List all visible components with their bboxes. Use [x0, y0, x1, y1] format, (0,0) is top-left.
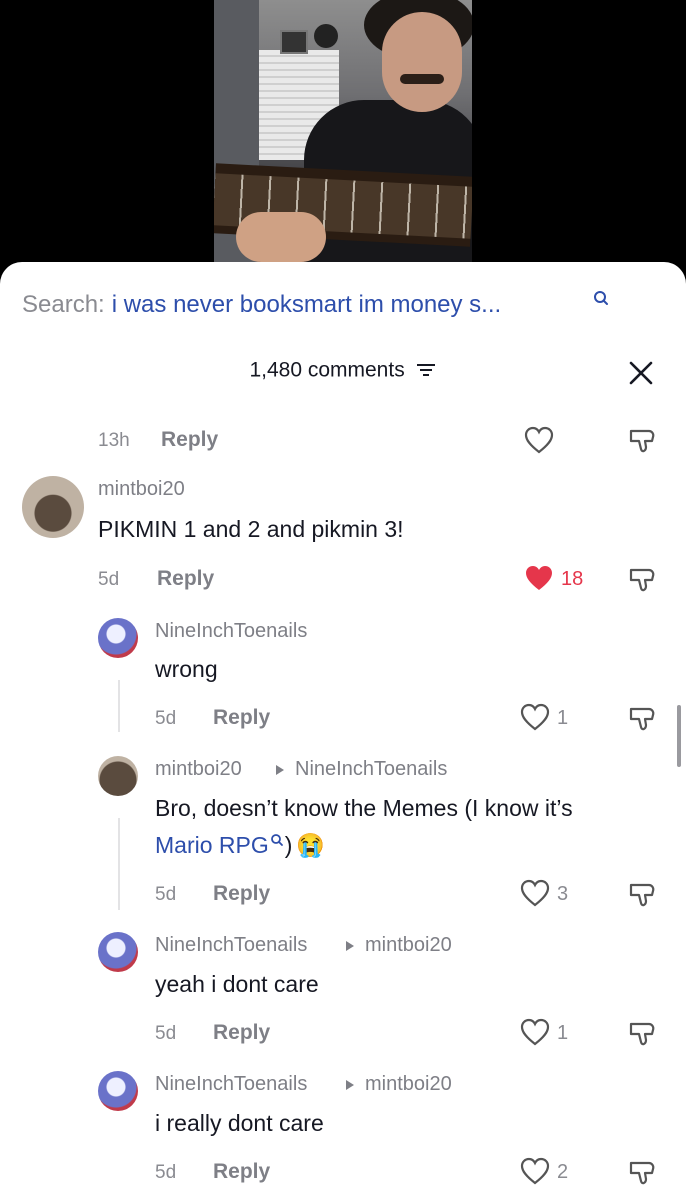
heart-filled-icon[interactable]	[524, 564, 554, 592]
video-person-face	[382, 12, 462, 112]
avatar[interactable]	[98, 756, 138, 796]
avatar[interactable]	[98, 932, 138, 972]
comments-count: 1,480 comments	[249, 358, 405, 382]
comment-time: 5d	[155, 1023, 177, 1044]
reply-to-username[interactable]: mintboi20	[365, 934, 452, 957]
thread-line	[118, 680, 120, 732]
comment-username[interactable]: mintboi20	[155, 758, 242, 781]
reply-to-arrow-icon	[276, 765, 284, 775]
reply-button[interactable]: Reply	[213, 706, 270, 730]
like-count: 3	[557, 883, 569, 905]
comment-text: Bro, doesn’t know the Memes (I know it’s	[155, 795, 573, 821]
filter-icon[interactable]	[415, 362, 437, 378]
dislike-icon[interactable]	[627, 881, 657, 909]
search-query[interactable]: i was never booksmart im money s...	[112, 291, 501, 319]
reply-button[interactable]: Reply	[213, 1160, 270, 1184]
comments-header: 1,480 comments	[0, 358, 686, 382]
comment-text: wrong	[155, 656, 218, 682]
comment-time: 5d	[155, 708, 177, 729]
video-preview[interactable]	[214, 0, 472, 270]
heart-outline-icon[interactable]	[520, 1157, 550, 1185]
video-picture-frame	[280, 30, 308, 54]
comment-text: i really dont care	[155, 1110, 324, 1136]
avatar[interactable]	[22, 476, 84, 538]
comments-sheet: Search: i was never booksmart im money s…	[0, 262, 686, 1200]
dislike-icon[interactable]	[627, 705, 657, 733]
dislike-icon[interactable]	[627, 1159, 657, 1187]
search-suggestion[interactable]: Search: i was never booksmart im money s…	[22, 288, 501, 322]
crying-emoji-icon: 😭	[296, 832, 326, 858]
close-icon[interactable]	[628, 360, 654, 386]
comment-time: 5d	[155, 884, 177, 905]
video-person-mustache	[400, 74, 444, 84]
comment-text: PIKMIN 1 and 2 and pikmin 3!	[98, 516, 404, 542]
scrollbar[interactable]	[677, 705, 681, 767]
reply-button[interactable]: Reply	[213, 1021, 270, 1045]
avatar[interactable]	[98, 618, 138, 658]
comment-text: yeah i dont care	[155, 971, 319, 997]
video-hand	[236, 212, 326, 262]
comment-username[interactable]: NineInchToenails	[155, 934, 307, 957]
like-count: 1	[557, 1022, 569, 1044]
thread-line	[118, 818, 120, 910]
avatar[interactable]	[98, 1071, 138, 1111]
reply-to-username[interactable]: mintboi20	[365, 1073, 452, 1096]
reply-button[interactable]: Reply	[213, 882, 270, 906]
dislike-icon[interactable]	[627, 427, 657, 455]
comment-time: 5d	[155, 1162, 177, 1183]
reply-button[interactable]: Reply	[157, 567, 214, 591]
reply-to-username[interactable]: NineInchToenails	[295, 758, 447, 781]
reply-to-arrow-icon	[346, 1080, 354, 1090]
heart-outline-icon[interactable]	[520, 1018, 550, 1046]
comment-username[interactable]: NineInchToenails	[155, 620, 307, 643]
dislike-icon[interactable]	[627, 566, 657, 594]
heart-outline-icon[interactable]	[524, 426, 554, 454]
comment-username[interactable]: NineInchToenails	[155, 1073, 307, 1096]
comment-text-end: )	[284, 832, 293, 858]
comment-username[interactable]: mintboi20	[98, 478, 185, 501]
search-link-icon[interactable]	[269, 833, 285, 849]
comment-time: 13h	[98, 430, 130, 451]
video-wall-decor	[314, 24, 338, 48]
heart-outline-icon[interactable]	[520, 879, 550, 907]
search-link[interactable]: Mario RPG	[155, 832, 269, 859]
like-count: 18	[561, 568, 584, 590]
comment-text-line2: Mario RPG ) 😭	[155, 832, 325, 859]
like-count: 1	[557, 707, 569, 729]
reply-button[interactable]: Reply	[161, 428, 218, 452]
like-count: 2	[557, 1161, 569, 1183]
reply-to-arrow-icon	[346, 941, 354, 951]
search-prefix: Search:	[22, 291, 105, 318]
search-icon[interactable]	[592, 290, 610, 308]
dislike-icon[interactable]	[627, 1020, 657, 1048]
heart-outline-icon[interactable]	[520, 703, 550, 731]
comment-time: 5d	[98, 569, 120, 590]
